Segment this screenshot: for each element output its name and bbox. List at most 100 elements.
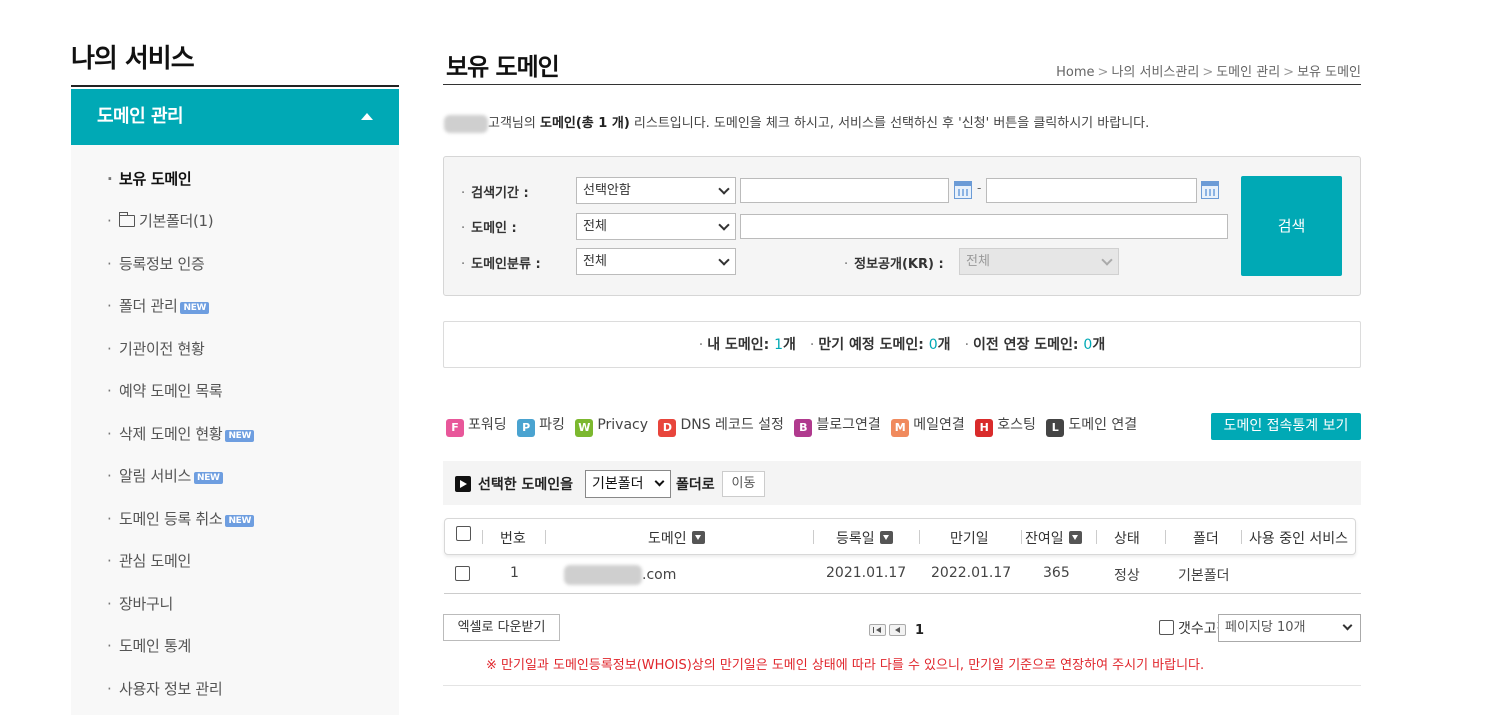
row-checkbox[interactable] [455,566,470,581]
transfer-count: 0 [1083,337,1093,353]
sidebar-item-watched-domains[interactable]: · 관심 도메인 [107,550,191,571]
col-no: 번호 [500,531,526,547]
page-number[interactable]: 1 [915,623,924,638]
search-button[interactable]: 검색 [1241,176,1342,276]
sort-icon [1068,531,1082,544]
sidebar-item-label: 예약 도메인 목록 [119,382,223,400]
breadcrumb-domain-management[interactable]: 도메인 관리 [1216,65,1280,80]
sidebar-item-user-info[interactable]: · 사용자 정보 관리 [107,678,223,699]
title-divider [443,84,1361,85]
intro-text: 고객님의 도메인(총 1 개) 리스트입니다. 도메인을 체크 하시고, 서비스… [444,112,1149,133]
first-page-icon[interactable] [869,624,886,636]
calendar-icon[interactable] [1201,181,1219,199]
sidebar-item-label: 도메인 통계 [119,637,191,655]
sidebar-item-label: 알림 서비스 [119,467,191,485]
new-badge: NEW [180,302,210,314]
col-exp-date: 만기일 [950,531,989,547]
breadcrumb-my-services[interactable]: 나의 서비스관리 [1111,65,1199,80]
end-date-input[interactable] [986,178,1197,203]
search-category-select[interactable]: 전체 [576,248,736,275]
search-public-label: · 정보공개(KR) : [844,257,944,272]
legend-mail: M 메일연결 [891,414,965,437]
select-all-checkbox[interactable] [456,526,471,541]
dns-icon: D [658,419,677,437]
sidebar-item-domain-stats[interactable]: · 도메인 통계 [107,635,191,656]
col-reg-date[interactable]: 등록일 [836,528,893,548]
link-icon: L [1046,419,1065,437]
cell-remaining: 365 [1043,565,1070,581]
folder-select[interactable]: 기본폴더 [585,470,671,498]
pagination: 1 [869,622,924,638]
sidebar-item-label: 관심 도메인 [119,552,191,570]
excel-download-button[interactable]: 엑셀로 다운받기 [443,614,560,641]
legend-parking: P 파킹 [517,414,565,437]
bottom-divider [443,685,1361,686]
page-title: 보유 도메인 [446,53,560,81]
search-domain-select[interactable]: 전체 [576,213,736,240]
search-period-label: · 검색기간 : [461,186,529,201]
calendar-icon[interactable] [954,181,972,199]
chevron-right-icon: > [1202,65,1214,80]
sidebar-section-label: 도메인 관리 [97,106,184,127]
legend-dns: D DNS 레코드 설정 [658,414,784,437]
privacy-icon: W [575,419,594,437]
fix-count-checkbox[interactable] [1159,620,1174,635]
sidebar-section-domain-management[interactable]: 도메인 관리 [71,89,399,145]
search-period-select[interactable]: 선택안함 [576,177,736,204]
move-button[interactable]: 이동 [722,471,765,497]
col-remaining[interactable]: 잔여일 [1025,528,1082,548]
sidebar-item-deleted-domains[interactable]: · 삭제 도메인 현황 NEW [107,423,255,444]
search-public-select: 전체 [959,248,1119,275]
chevron-down-icon [654,476,665,487]
cell-exp-date: 2022.01.17 [931,565,1012,581]
chevron-right-icon: > [1283,65,1295,80]
sidebar-item-cart[interactable]: · 장바구니 [107,593,173,614]
sidebar-item-registration-verify[interactable]: · 등록정보 인증 [107,253,205,274]
hosting-icon: H [975,419,994,437]
cell-no: 1 [510,565,519,581]
col-folder: 폴더 [1193,531,1219,547]
caret-up-icon [361,113,373,120]
per-page-select[interactable]: 페이지당 10개 [1218,614,1361,642]
sidebar-item-cancel-registration[interactable]: · 도메인 등록 취소 NEW [107,508,255,529]
cell-domain[interactable]: .com [564,565,676,585]
sort-icon [879,531,893,544]
sidebar-item-notification-service[interactable]: · 알림 서비스 NEW [107,465,223,486]
forwarding-icon: F [446,419,464,437]
chevron-down-icon [718,219,730,231]
sidebar-title: 나의 서비스 [71,44,195,74]
search-domain-label: · 도메인 : [461,221,517,236]
sidebar-item-label: 삭제 도메인 현황 [119,425,223,443]
sidebar-item-folder-management[interactable]: · 폴더 관리 NEW [107,295,210,316]
new-badge: NEW [225,515,255,527]
col-services: 사용 중인 서비스 [1249,531,1349,547]
parking-icon: P [517,419,536,437]
sidebar-menu: · 보유 도메인 · 기본폴더(1) · 등록정보 인증 · 폴더 관리 NEW · 기관이… [71,145,399,715]
redacted-domain [564,565,642,585]
view-stats-button[interactable]: 도메인 접속통계 보기 [1211,413,1361,440]
legend-hosting: H 호스팅 [975,414,1036,437]
legend-forwarding: F 포워딩 [446,414,507,437]
domain-search-input[interactable] [740,214,1228,239]
breadcrumb-home[interactable]: Home [1056,65,1094,80]
main-content: 보유 도메인 Home > 나의 서비스관리 > 도메인 관리 > 보유 도메인 고객님의 … [443,0,1361,715]
new-badge: NEW [225,430,255,442]
sidebar-item-label: 사용자 정보 관리 [119,680,223,698]
prev-page-icon[interactable] [889,624,906,636]
col-domain[interactable]: 도메인 [648,528,705,548]
sidebar-item-transfer-status[interactable]: · 기관이전 현황 [107,338,205,359]
chevron-down-icon [718,254,730,266]
sidebar-item-reserved-domains[interactable]: · 예약 도메인 목록 [107,380,223,401]
move-prefix: 선택한 도메인을 [478,477,574,493]
sidebar-item-default-folder[interactable]: · 기본폴더(1) [107,210,214,231]
sidebar-item-label: 폴더 관리 [119,297,178,315]
mail-icon: M [891,419,910,437]
domain-total: 도메인(총 1 개) [539,116,630,131]
start-date-input[interactable] [740,178,949,203]
sidebar-item-owned-domains[interactable]: · 보유 도메인 [107,168,192,189]
new-badge: NEW [193,472,223,484]
search-panel: · 검색기간 : 선택안함 - · 도메인 : 전체 · 도메인분류 : 전체 · 정보… [443,156,1361,296]
service-legend: F 포워딩 P 파킹 W Privacy D DNS 레코드 설정 B 블로그연결 M 메일… [446,414,1143,438]
sidebar-item-label: 보유 도메인 [119,170,192,188]
redacted-username [444,114,488,133]
